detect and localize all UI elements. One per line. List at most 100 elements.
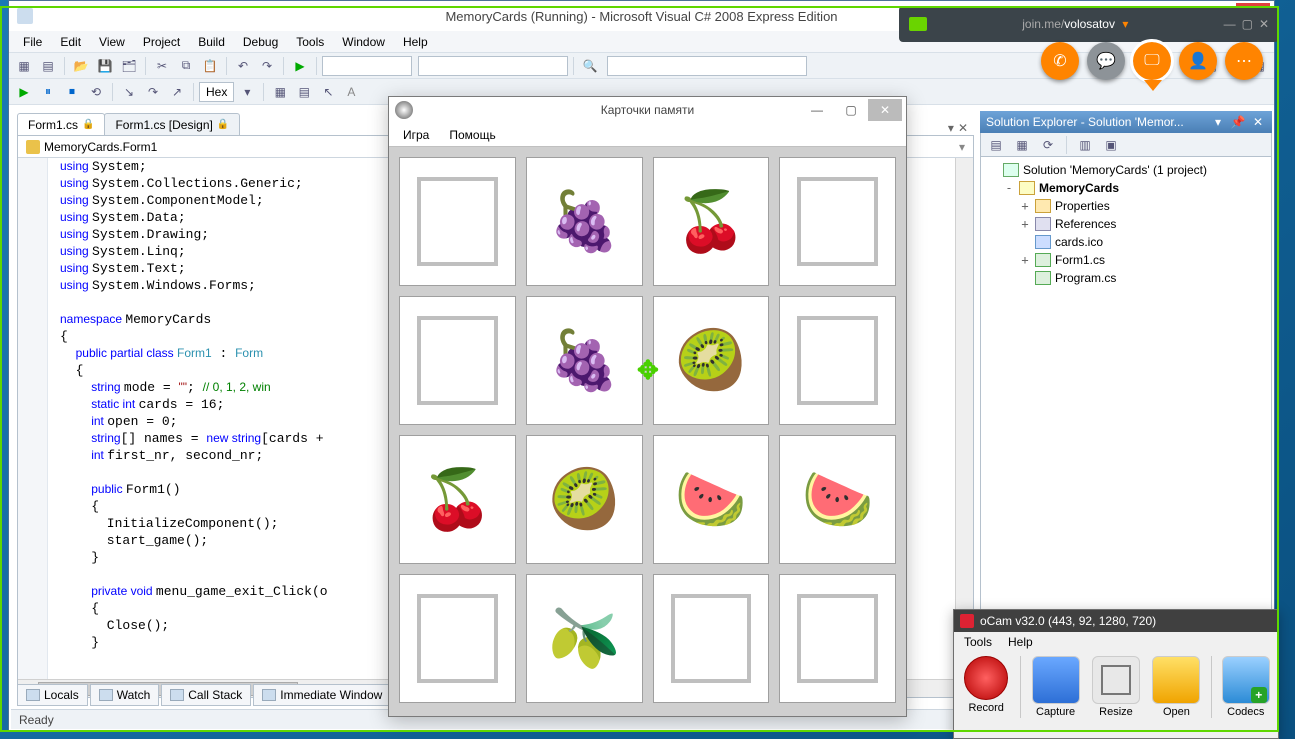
ocam-codecs-button[interactable]: Codecs <box>1220 656 1272 718</box>
card-blackberry[interactable]: 🍇 <box>526 157 643 286</box>
tree-node[interactable]: cards.ico <box>983 233 1269 251</box>
restart-icon[interactable]: ⟲ <box>85 81 107 103</box>
jm-screen-button[interactable]: 🖵 <box>1133 42 1171 80</box>
tb2-dd-icon[interactable]: ▾ <box>236 81 258 103</box>
menu-view[interactable]: View <box>91 33 133 50</box>
undo-icon[interactable]: ↶ <box>232 55 254 77</box>
sol-title[interactable]: Solution Explorer - Solution 'Memor... ▾… <box>980 111 1272 133</box>
ocam-menu-help[interactable]: Help <box>1002 633 1039 651</box>
menu-edit[interactable]: Edit <box>52 33 89 50</box>
sol-viewdesign-icon[interactable]: ▣ <box>1100 134 1122 156</box>
paste-icon[interactable]: 📋 <box>199 55 221 77</box>
expander-icon[interactable]: + <box>1019 217 1031 231</box>
card-back[interactable] <box>779 157 896 286</box>
jm-close-icon[interactable]: ✕ <box>1259 17 1269 31</box>
jm-max-icon[interactable]: ▢ <box>1242 17 1253 31</box>
find-combo[interactable] <box>607 56 807 76</box>
redo-icon[interactable]: ↷ <box>256 55 278 77</box>
bottom-tab-immediate-window[interactable]: Immediate Window <box>253 684 391 706</box>
card-watermelon[interactable]: 🍉 <box>653 435 770 564</box>
open-icon[interactable]: 📂 <box>70 55 92 77</box>
tree-node[interactable]: -MemoryCards <box>983 179 1269 197</box>
ocam-titlebar[interactable]: oCam v32.0 (443, 92, 1280, 720) <box>954 610 1278 632</box>
sol-properties-icon[interactable]: ▤ <box>985 134 1007 156</box>
expander-icon[interactable]: + <box>1019 253 1031 267</box>
card-back[interactable] <box>399 574 516 703</box>
card-back[interactable] <box>399 157 516 286</box>
menu-window[interactable]: Window <box>334 33 393 50</box>
sol-refresh-icon[interactable]: ⟳ <box>1037 134 1059 156</box>
menu-build[interactable]: Build <box>190 33 233 50</box>
game-maximize-button[interactable]: ▢ <box>834 99 868 121</box>
pause-icon[interactable]: ⏸ <box>37 81 59 103</box>
game-menu-item[interactable]: Игра <box>395 125 437 145</box>
menu-tools[interactable]: Tools <box>288 33 332 50</box>
bottom-tab-call-stack[interactable]: Call Stack <box>161 684 251 706</box>
ocam-menu-tools[interactable]: Tools <box>958 633 998 651</box>
menu-file[interactable]: File <box>15 33 50 50</box>
bottom-tab-watch[interactable]: Watch <box>90 684 160 706</box>
menu-help[interactable]: Help <box>395 33 436 50</box>
game-close-button[interactable]: ✕ <box>868 99 902 121</box>
card-olives[interactable]: 🫒 <box>526 574 643 703</box>
joinme-dd-icon[interactable]: ▾ <box>1122 17 1128 31</box>
card-blackberry[interactable]: 🍇 <box>526 296 643 425</box>
sol-pin-icon[interactable]: 📌 <box>1230 114 1246 130</box>
jm-phone-button[interactable]: ✆ <box>1041 42 1079 80</box>
tabs-close-icon[interactable]: ✕ <box>958 121 968 135</box>
sol-showall-icon[interactable]: ▦ <box>1011 134 1033 156</box>
game-titlebar[interactable]: Карточки памяти — ▢ ✕ <box>389 97 906 123</box>
cut-icon[interactable]: ✂ <box>151 55 173 77</box>
jm-chat-button[interactable]: 💬 <box>1087 42 1125 80</box>
step-over-icon[interactable]: ↷ <box>142 81 164 103</box>
card-back[interactable] <box>399 296 516 425</box>
step-out-icon[interactable]: ↗ <box>166 81 188 103</box>
pointer-icon[interactable]: ↖ <box>317 81 339 103</box>
joinme-bar[interactable]: join.me/volosatov ▾ — ▢ ✕ <box>899 6 1279 42</box>
ocam-window[interactable]: oCam v32.0 (443, 92, 1280, 720) ToolsHel… <box>953 609 1279 739</box>
tabs-dropdown-icon[interactable]: ▾ <box>948 121 954 135</box>
joinme-url[interactable]: join.me/volosatov ▾ <box>937 17 1214 31</box>
jm-min-icon[interactable]: — <box>1224 17 1236 31</box>
sol-dd-icon[interactable]: ▾ <box>1210 114 1226 130</box>
expander-icon[interactable]: + <box>1019 199 1031 213</box>
menu-project[interactable]: Project <box>135 33 188 50</box>
tree-node[interactable]: +Form1.cs <box>983 251 1269 269</box>
tree-node[interactable]: +Properties <box>983 197 1269 215</box>
ocam-resize-button[interactable]: Resize <box>1090 656 1142 718</box>
card-back[interactable] <box>779 574 896 703</box>
tb2-b-icon[interactable]: ▤ <box>293 81 315 103</box>
stop-icon[interactable]: ⏹ <box>61 81 83 103</box>
game-menu-item[interactable]: Помощь <box>441 125 503 145</box>
bottom-tab-locals[interactable]: Locals <box>17 684 88 706</box>
run-icon[interactable]: ▶ <box>289 55 311 77</box>
tb2-a-icon[interactable]: ▦ <box>269 81 291 103</box>
hex-toggle[interactable]: Hex <box>199 82 234 102</box>
doc-tab[interactable]: Form1.cs [Design] 🔒 <box>104 113 240 135</box>
card-cherry[interactable]: 🍒 <box>399 435 516 564</box>
copy-icon[interactable]: ⧉ <box>175 55 197 77</box>
step-into-icon[interactable]: ↘ <box>118 81 140 103</box>
jm-person-button[interactable]: 👤 <box>1179 42 1217 80</box>
doc-tab[interactable]: Form1.cs 🔒 <box>17 113 105 135</box>
editor-vscrollbar[interactable] <box>955 158 973 679</box>
card-watermelon[interactable]: 🍉 <box>779 435 896 564</box>
tree-node[interactable]: Solution 'MemoryCards' (1 project) <box>983 161 1269 179</box>
ocam-record-button[interactable]: Record <box>960 656 1012 714</box>
add-item-icon[interactable]: ▤ <box>37 55 59 77</box>
save-all-icon[interactable]: 🗂 <box>118 55 140 77</box>
menu-debug[interactable]: Debug <box>235 33 286 50</box>
memory-cards-window[interactable]: Карточки памяти — ▢ ✕ ИграПомощь 🍇🍒🍇🥝🍒🥝🍉… <box>388 96 907 717</box>
new-project-icon[interactable]: ▦ <box>13 55 35 77</box>
platform-combo[interactable] <box>418 56 568 76</box>
card-cherry[interactable]: 🍒 <box>653 157 770 286</box>
tree-node[interactable]: +References <box>983 215 1269 233</box>
ocam-capture-button[interactable]: Capture <box>1029 656 1081 718</box>
expander-icon[interactable]: - <box>1003 181 1015 195</box>
config-combo[interactable] <box>322 56 412 76</box>
class-dd-icon[interactable]: ▾ <box>959 140 965 154</box>
game-minimize-button[interactable]: — <box>800 99 834 121</box>
jm-more-button[interactable]: ⋯ <box>1225 42 1263 80</box>
card-gooseberry[interactable]: 🥝 <box>653 296 770 425</box>
card-back[interactable] <box>653 574 770 703</box>
